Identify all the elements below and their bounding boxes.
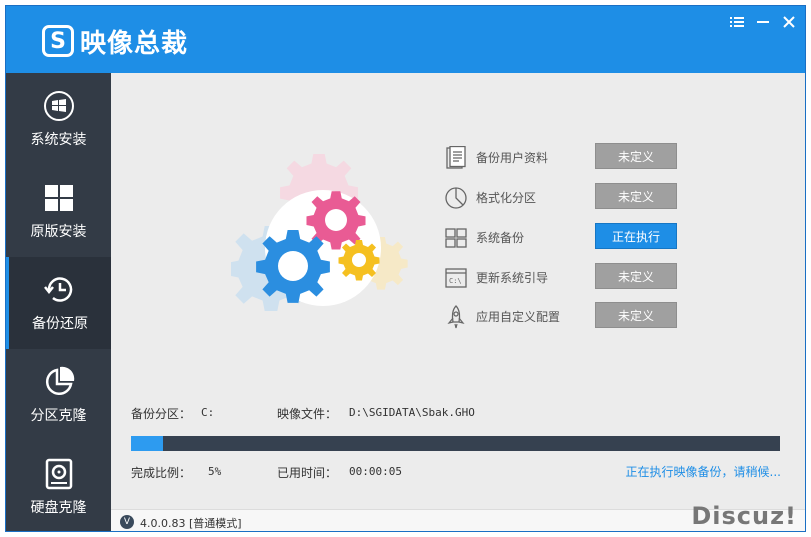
console-icon: C:\: [444, 266, 468, 290]
task-status-button[interactable]: 未定义: [595, 143, 677, 169]
version-text: 4.0.0.83 [普通模式]: [140, 517, 242, 530]
task-status-button[interactable]: 未定义: [595, 183, 677, 209]
task-row: 格式化分区 未定义: [444, 183, 684, 213]
task-label: 系统备份: [476, 231, 525, 245]
gears-illustration: [227, 148, 411, 328]
task-row: C:\ 更新系统引导 未定义: [444, 263, 684, 293]
task-row: 备份用户资料 未定义: [444, 143, 684, 173]
task-status-button[interactable]: 未定义: [595, 302, 677, 328]
clock-restore-icon: [43, 273, 77, 307]
windows-logo-icon: [42, 89, 76, 123]
ratio-value: 5%: [208, 465, 222, 478]
partition-value: C:: [201, 406, 215, 419]
sidebar-item-system-install[interactable]: 系统安装: [6, 73, 111, 165]
pie-chart-icon: [42, 365, 76, 399]
task-label: 备份用户资料: [476, 151, 549, 165]
task-row: 应用自定义配置 未定义: [444, 302, 684, 332]
sidebar-item-partition-clone[interactable]: 分区克隆: [6, 349, 111, 441]
partition-label: 备份分区：: [131, 407, 192, 421]
svg-text:C:\: C:\: [449, 277, 462, 285]
task-row: 系统备份 正在执行: [444, 223, 684, 253]
progress-bar: [131, 436, 780, 451]
windows-icon: [444, 226, 468, 250]
app-window: S 映像总裁 系统安装 原版安装 备份还原 分区克隆 硬盘克隆 备份用户资料 未…: [5, 5, 806, 532]
sidebar-item-original-install[interactable]: 原版安装: [6, 165, 111, 257]
document-icon: [444, 145, 468, 170]
minimize-icon[interactable]: [753, 12, 773, 32]
ratio-label: 完成比例：: [131, 466, 192, 480]
sidebar: 系统安装 原版安装 备份还原 分区克隆 硬盘克隆: [6, 73, 111, 531]
hard-disk-icon: [42, 457, 76, 491]
version-badge: V: [120, 515, 134, 529]
image-file-value: D:\SGIDATA\Sbak.GHO: [349, 406, 475, 419]
logo-mark: S: [42, 25, 74, 57]
pie-icon: [444, 186, 468, 210]
elapsed-value: 00:00:05: [349, 465, 402, 478]
task-status-button[interactable]: 未定义: [595, 263, 677, 289]
app-title: 映像总裁: [80, 28, 189, 59]
sidebar-item-backup-restore[interactable]: 备份还原: [6, 257, 111, 349]
sidebar-item-disk-clone[interactable]: 硬盘克隆: [6, 441, 111, 531]
app-logo: S 映像总裁: [42, 23, 188, 59]
status-message: 正在执行映像备份，请稍候...: [625, 465, 781, 479]
sidebar-item-label: 原版安装: [30, 224, 87, 240]
watermark: Discuz!: [691, 502, 797, 530]
windows-tiles-icon: [42, 181, 76, 215]
sidebar-item-label: 系统安装: [30, 132, 87, 148]
window-controls: [727, 12, 799, 32]
close-icon[interactable]: [779, 12, 799, 32]
sidebar-item-label: 备份还原: [32, 316, 88, 332]
elapsed-label: 已用时间：: [277, 466, 338, 480]
task-status-button[interactable]: 正在执行: [595, 223, 677, 249]
menu-icon[interactable]: [727, 12, 747, 32]
task-label: 应用自定义配置: [476, 310, 561, 324]
image-file-label: 映像文件：: [277, 407, 338, 421]
progress-fill: [131, 436, 164, 451]
main-panel: 备份用户资料 未定义 格式化分区 未定义 系统备份 正在执行 C:\ 更新系统引…: [111, 73, 805, 509]
rocket-icon: [444, 305, 468, 329]
task-label: 更新系统引导: [476, 271, 549, 285]
sidebar-item-label: 分区克隆: [30, 408, 87, 424]
status-bar: V 4.0.0.83 [普通模式] Discuz!: [111, 502, 805, 531]
title-bar: S 映像总裁: [6, 6, 805, 73]
task-label: 格式化分区: [476, 191, 537, 205]
sidebar-item-label: 硬盘克隆: [30, 500, 87, 516]
